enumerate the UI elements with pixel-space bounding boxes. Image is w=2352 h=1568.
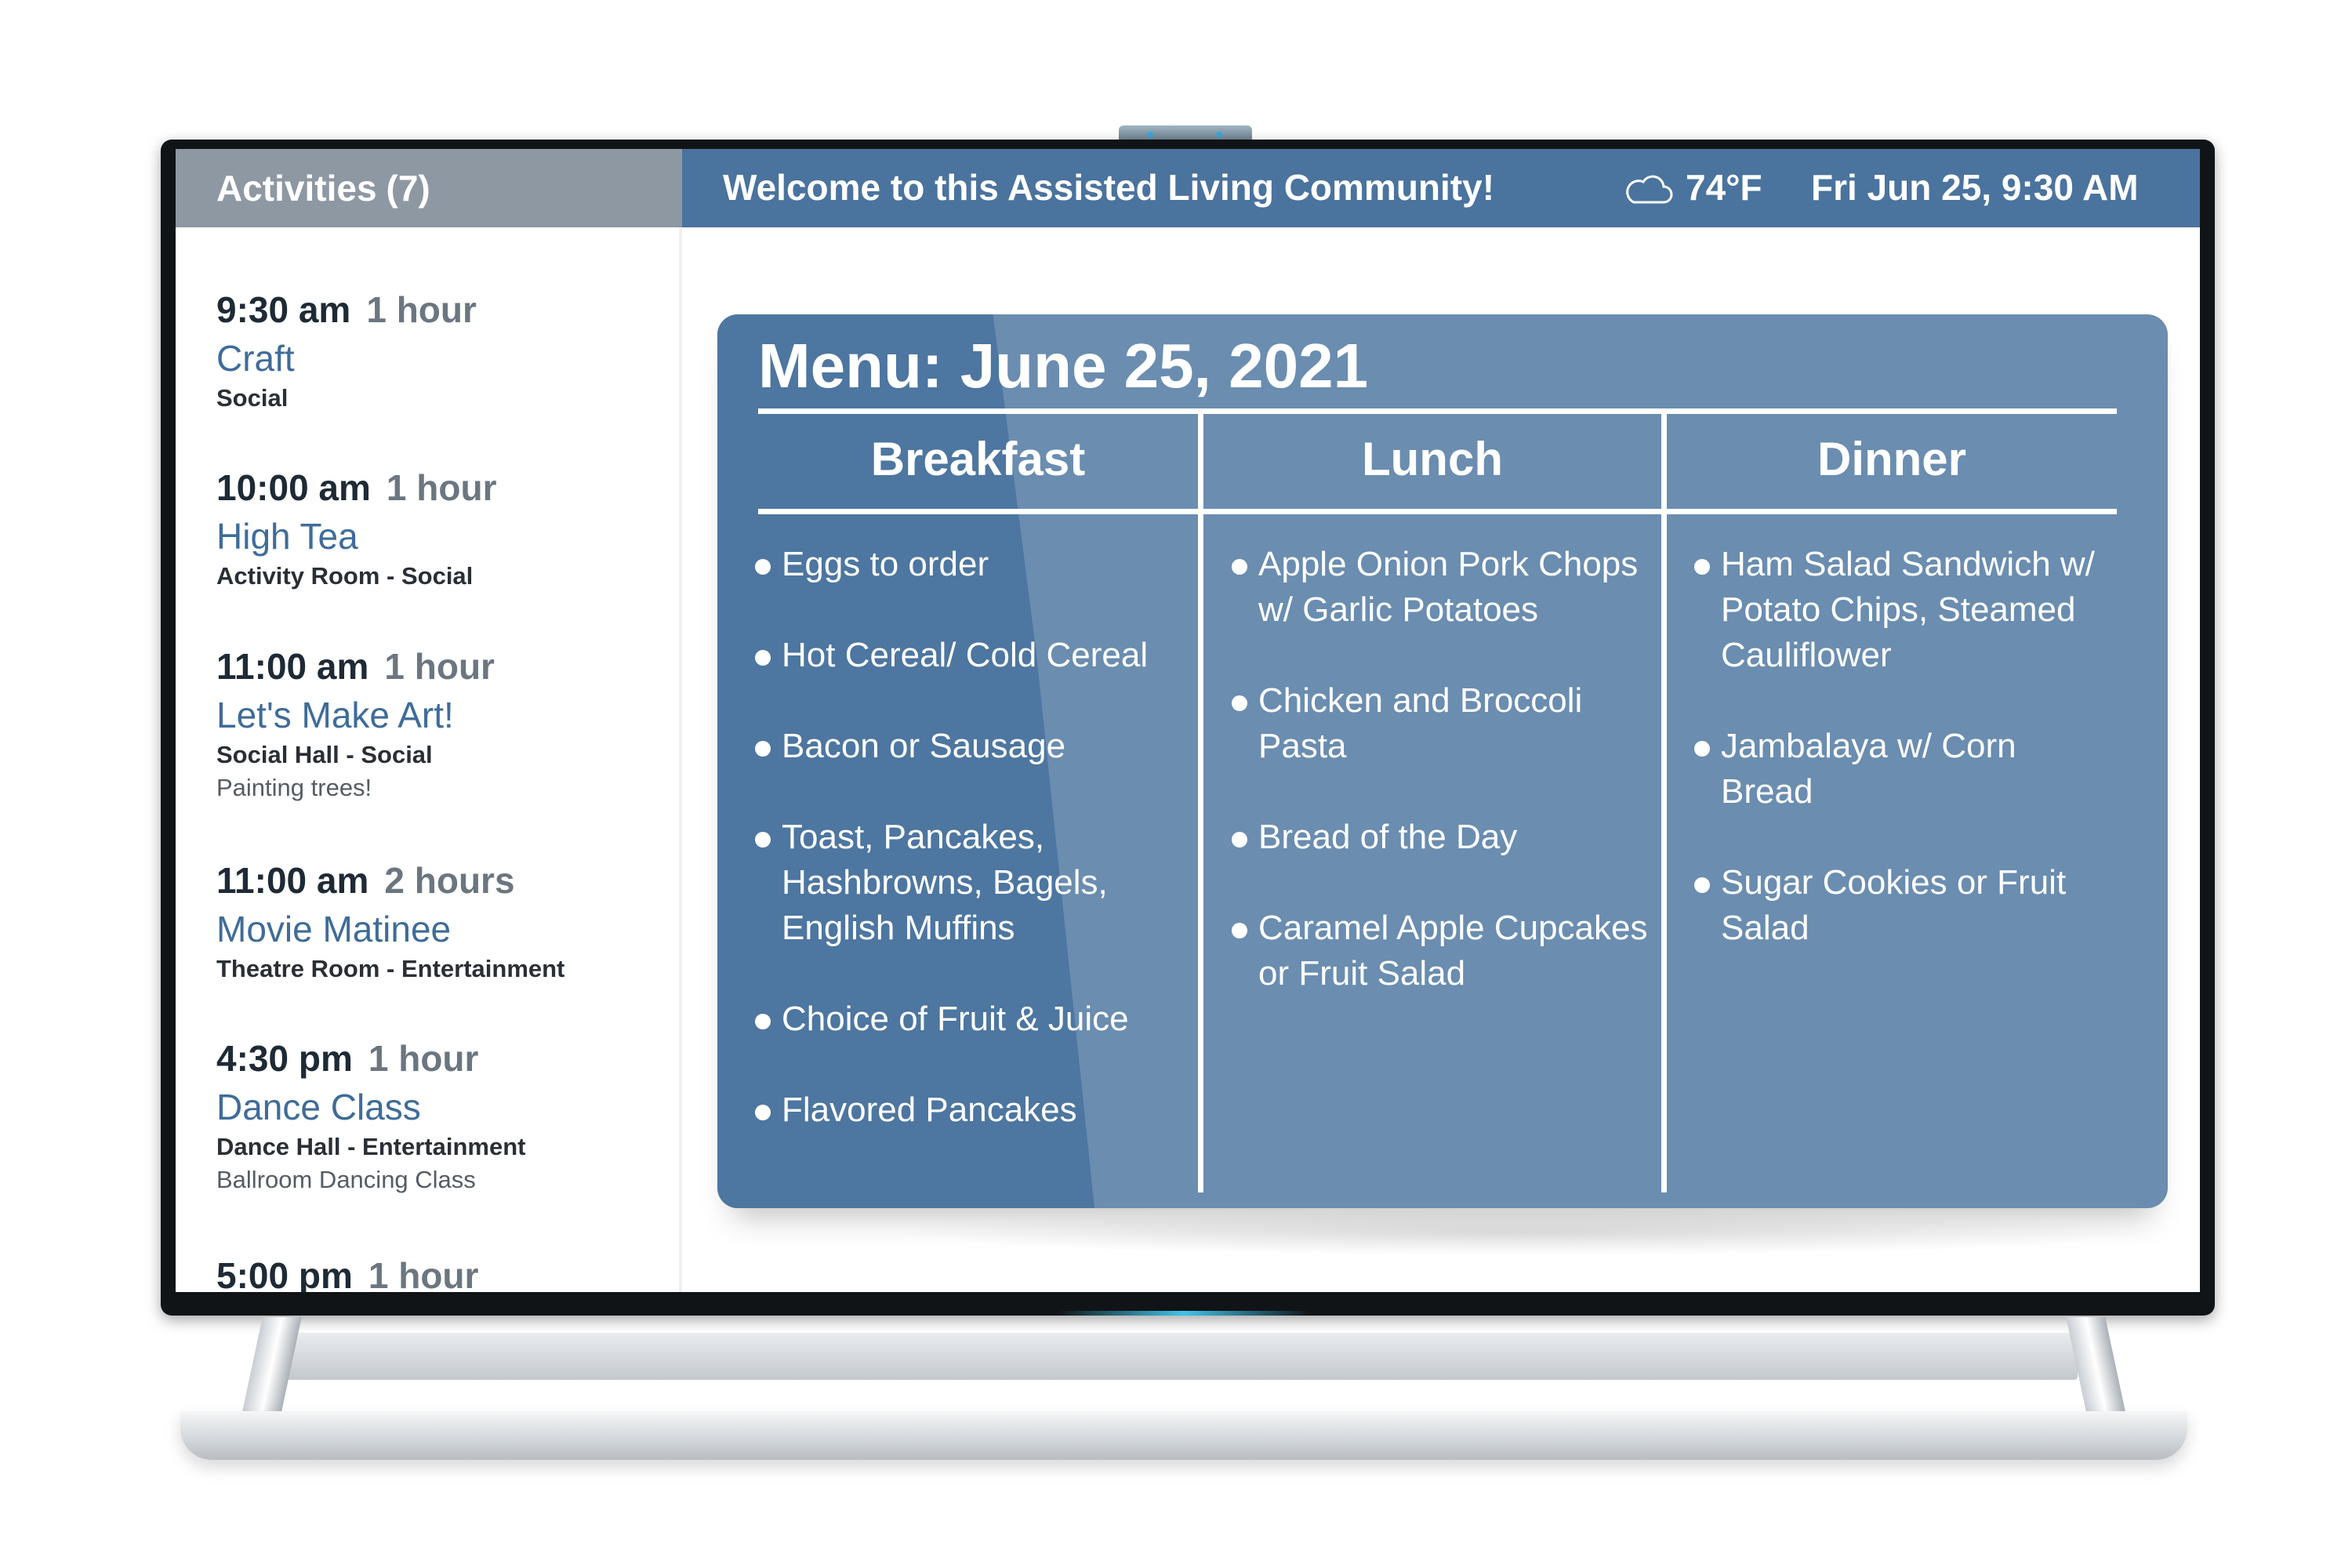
activity-time: 4:30 pm bbox=[216, 1038, 353, 1079]
activity-title: Let's Make Art! bbox=[216, 695, 454, 735]
menu-item: Eggs to order bbox=[755, 542, 1191, 587]
activity-item[interactable]: 4:30 pm 1 hour Dance Class Dance Hall - E… bbox=[216, 1037, 525, 1194]
menu-item: Bread of the Day bbox=[1232, 815, 1655, 860]
menu-item: Apple Onion Pork Chops w/ Garlic Potatoe… bbox=[1232, 542, 1655, 633]
column-divider bbox=[1661, 408, 1667, 1192]
activity-time: 5:00 pm bbox=[216, 1255, 353, 1292]
activity-location: Dance Hall - Entertainment bbox=[216, 1133, 526, 1160]
temperature: 74°F bbox=[1686, 167, 1762, 208]
activity-duration: 1 hour bbox=[384, 646, 495, 687]
menu-card: Menu: June 25, 2021 Breakfast Lunch Dinn… bbox=[717, 314, 2168, 1208]
activity-time: 11:00 am bbox=[216, 860, 369, 901]
dinner-list: Ham Salad Sandwich w/ Potato Chips, Stea… bbox=[1694, 542, 2110, 996]
activities-title: Activities bbox=[216, 168, 377, 209]
camera-lens-icon bbox=[1147, 132, 1153, 138]
activity-item[interactable]: 5:00 pm 1 hour bbox=[216, 1254, 478, 1292]
menu-title: Menu: June 25, 2021 bbox=[758, 331, 1369, 401]
menu-column-heading-lunch: Lunch bbox=[1362, 433, 1503, 485]
activity-location: Social bbox=[216, 384, 289, 412]
menu-item: Sugar Cookies or Fruit Salad bbox=[1694, 860, 2110, 951]
tv-stand-bar bbox=[282, 1333, 2078, 1380]
activity-location: Social Hall - Social bbox=[216, 741, 433, 768]
activity-item[interactable]: 11:00 am 1 hour Let's Make Art! Social Ha… bbox=[216, 645, 495, 802]
activity-duration: 1 hour bbox=[386, 467, 497, 508]
divider bbox=[758, 408, 2117, 414]
activities-list[interactable]: 9:30 am 1 hour Craft Social 10:00 am 1 hou… bbox=[176, 227, 682, 1292]
current-datetime: Fri Jun 25, 9:30 AM bbox=[1811, 167, 2139, 208]
lunch-list: Apple Onion Pork Chops w/ Garlic Potatoe… bbox=[1232, 542, 1655, 1042]
activity-location: Theatre Room - Entertainment bbox=[216, 955, 565, 982]
activity-description: Ballroom Dancing Class bbox=[216, 1166, 476, 1193]
activity-description: Painting trees! bbox=[216, 774, 372, 801]
welcome-bar: Welcome to this Assisted Living Communit… bbox=[682, 149, 2200, 227]
tv-stand-base bbox=[180, 1411, 2187, 1460]
menu-card-shadow bbox=[881, 1209, 2167, 1256]
menu-item: Jambalaya w/ Corn Bread bbox=[1694, 724, 2110, 815]
activity-title: Movie Matinee bbox=[216, 909, 452, 949]
activity-time: 9:30 am bbox=[216, 289, 351, 330]
menu-item: Toast, Pancakes, Hashbrowns, Bagels, Eng… bbox=[755, 815, 1191, 951]
menu-item: Flavored Pancakes bbox=[755, 1087, 1191, 1133]
menu-column-heading-dinner: Dinner bbox=[1817, 433, 1967, 485]
menu-item: Ham Salad Sandwich w/ Potato Chips, Stea… bbox=[1694, 542, 2110, 678]
activity-location: Activity Room - Social bbox=[216, 562, 474, 590]
camera-lens-icon bbox=[1216, 132, 1222, 138]
activity-title: Craft bbox=[216, 338, 295, 379]
menu-item: Caramel Apple Cupcakes or Fruit Salad bbox=[1232, 906, 1655, 996]
menu-item: Chicken and Broccoli Pasta bbox=[1232, 678, 1655, 769]
activities-header: Activities (7) bbox=[176, 149, 682, 227]
cloud-icon bbox=[1626, 175, 1673, 204]
menu-item: Hot Cereal/ Cold Cereal bbox=[755, 633, 1191, 678]
activity-title: Dance Class bbox=[216, 1087, 421, 1127]
breakfast-list: Eggs to order Hot Cereal/ Cold Cereal Ba… bbox=[755, 542, 1191, 1178]
activity-time: 11:00 am bbox=[216, 646, 369, 687]
activity-duration: 1 hour bbox=[366, 289, 477, 330]
menu-item: Choice of Fruit & Juice bbox=[755, 996, 1191, 1042]
activity-time: 10:00 am bbox=[216, 467, 371, 508]
activity-duration: 2 hours bbox=[384, 860, 515, 901]
tv-power-light bbox=[1058, 1311, 1309, 1316]
activity-item[interactable]: 9:30 am 1 hour Craft Social bbox=[216, 289, 477, 412]
menu-column-heading-breakfast: Breakfast bbox=[870, 433, 1086, 485]
activity-duration: 1 hour bbox=[368, 1255, 479, 1292]
activity-duration: 1 hour bbox=[368, 1038, 479, 1079]
menu-item: Bacon or Sausage bbox=[755, 724, 1191, 769]
activities-count: (7) bbox=[386, 168, 430, 209]
column-divider bbox=[1198, 408, 1203, 1192]
activity-item[interactable]: 11:00 am 2 hours Movie Matinee Theatre Ro… bbox=[216, 859, 564, 983]
welcome-message: Welcome to this Assisted Living Communit… bbox=[723, 167, 1495, 208]
divider bbox=[758, 509, 2117, 514]
tv-screen: Activities (7) Welcome to this Assisted … bbox=[176, 149, 2200, 1292]
activity-title: High Tea bbox=[216, 516, 358, 557]
activity-item[interactable]: 10:00 am 1 hour High Tea Activity Room - … bbox=[216, 466, 496, 590]
